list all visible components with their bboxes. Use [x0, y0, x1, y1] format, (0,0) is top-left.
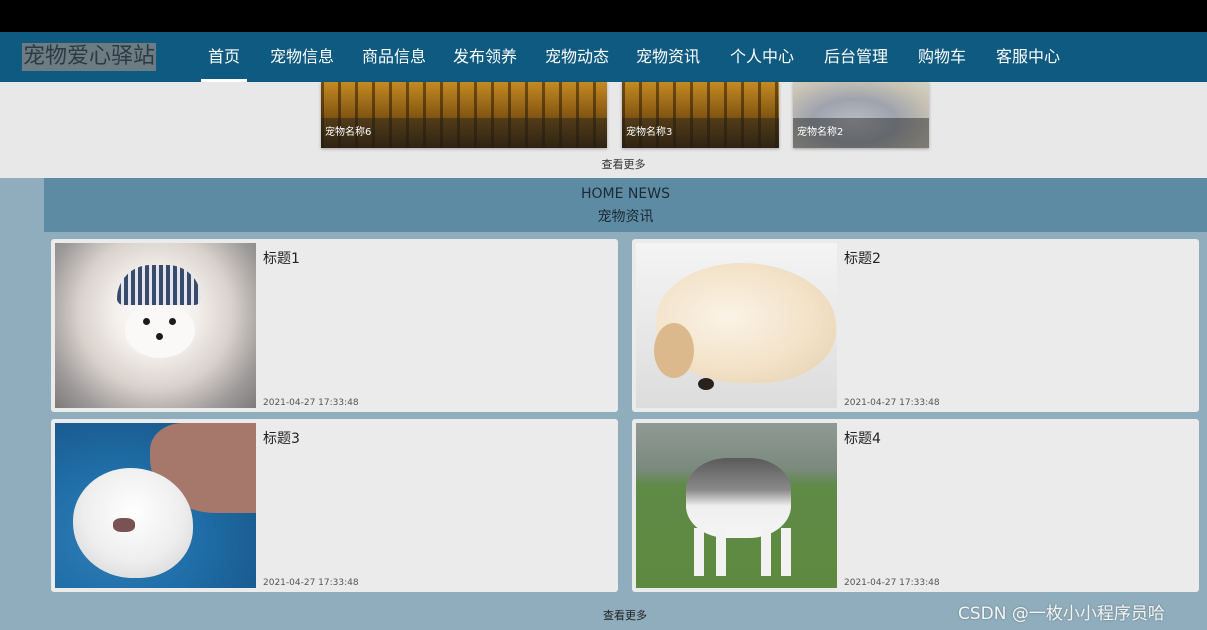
news-header-cn: 宠物资讯: [597, 209, 654, 225]
news-header: HOME NEWS 宠物资讯: [44, 178, 1207, 232]
gallery-card[interactable]: 宠物名称6: [321, 82, 607, 148]
gallery-more-link[interactable]: 查看更多: [0, 156, 1207, 172]
nav-item-admin[interactable]: 后台管理: [824, 32, 888, 82]
news-date: 2021-04-27 17:33:48: [844, 398, 940, 408]
news-thumbnail: [636, 243, 837, 408]
news-header-en: HOME NEWS: [581, 186, 670, 202]
news-thumbnail: [636, 423, 837, 588]
nav-item-cart[interactable]: 购物车: [918, 32, 966, 82]
gallery-caption: 宠物名称3: [622, 118, 779, 148]
news-date: 2021-04-27 17:33:48: [263, 578, 359, 588]
nav-item-pet-news[interactable]: 宠物资讯: [636, 32, 700, 82]
news-thumbnail: [55, 243, 256, 408]
top-black-bar: [0, 0, 1207, 32]
news-title[interactable]: 标题1: [263, 248, 300, 268]
gallery-card[interactable]: 宠物名称2: [793, 82, 929, 148]
pet-gallery: 宠物名称6 宠物名称3 宠物名称2 查看更多: [0, 82, 1207, 178]
nav-item-post-adoption[interactable]: 发布领养: [453, 32, 517, 82]
news-card[interactable]: 标题4 2021-04-27 17:33:48: [632, 419, 1199, 592]
gallery-card[interactable]: 宠物名称3: [622, 82, 779, 148]
gallery-caption: 宠物名称2: [793, 118, 929, 148]
news-section: HOME NEWS 宠物资讯 标题1 2021-04-27 17:33:48 标…: [0, 178, 1207, 630]
news-thumbnail: [55, 423, 256, 588]
news-title[interactable]: 标题2: [844, 248, 881, 268]
nav-item-pet-moments[interactable]: 宠物动态: [545, 32, 609, 82]
news-title[interactable]: 标题4: [844, 428, 881, 448]
gallery-caption: 宠物名称6: [321, 118, 607, 148]
nav-item-home[interactable]: 首页: [200, 32, 248, 82]
watermark: CSDN @一枚小小程序员哈: [958, 604, 1165, 624]
news-date: 2021-04-27 17:33:48: [844, 578, 940, 588]
nav-item-pet-info[interactable]: 宠物信息: [270, 32, 334, 82]
news-card[interactable]: 标题1 2021-04-27 17:33:48: [51, 239, 618, 412]
nav-item-goods-info[interactable]: 商品信息: [362, 32, 426, 82]
news-card[interactable]: 标题3 2021-04-27 17:33:48: [51, 419, 618, 592]
main-navbar: 宠物爱心驿站 首页 宠物信息 商品信息 发布领养 宠物动态 宠物资讯 个人中心 …: [0, 32, 1207, 82]
news-title[interactable]: 标题3: [263, 428, 300, 448]
news-card[interactable]: 标题2 2021-04-27 17:33:48: [632, 239, 1199, 412]
nav-item-profile[interactable]: 个人中心: [730, 32, 794, 82]
nav-item-customer-service[interactable]: 客服中心: [996, 32, 1060, 82]
site-logo[interactable]: 宠物爱心驿站: [22, 43, 157, 71]
news-date: 2021-04-27 17:33:48: [263, 398, 359, 408]
